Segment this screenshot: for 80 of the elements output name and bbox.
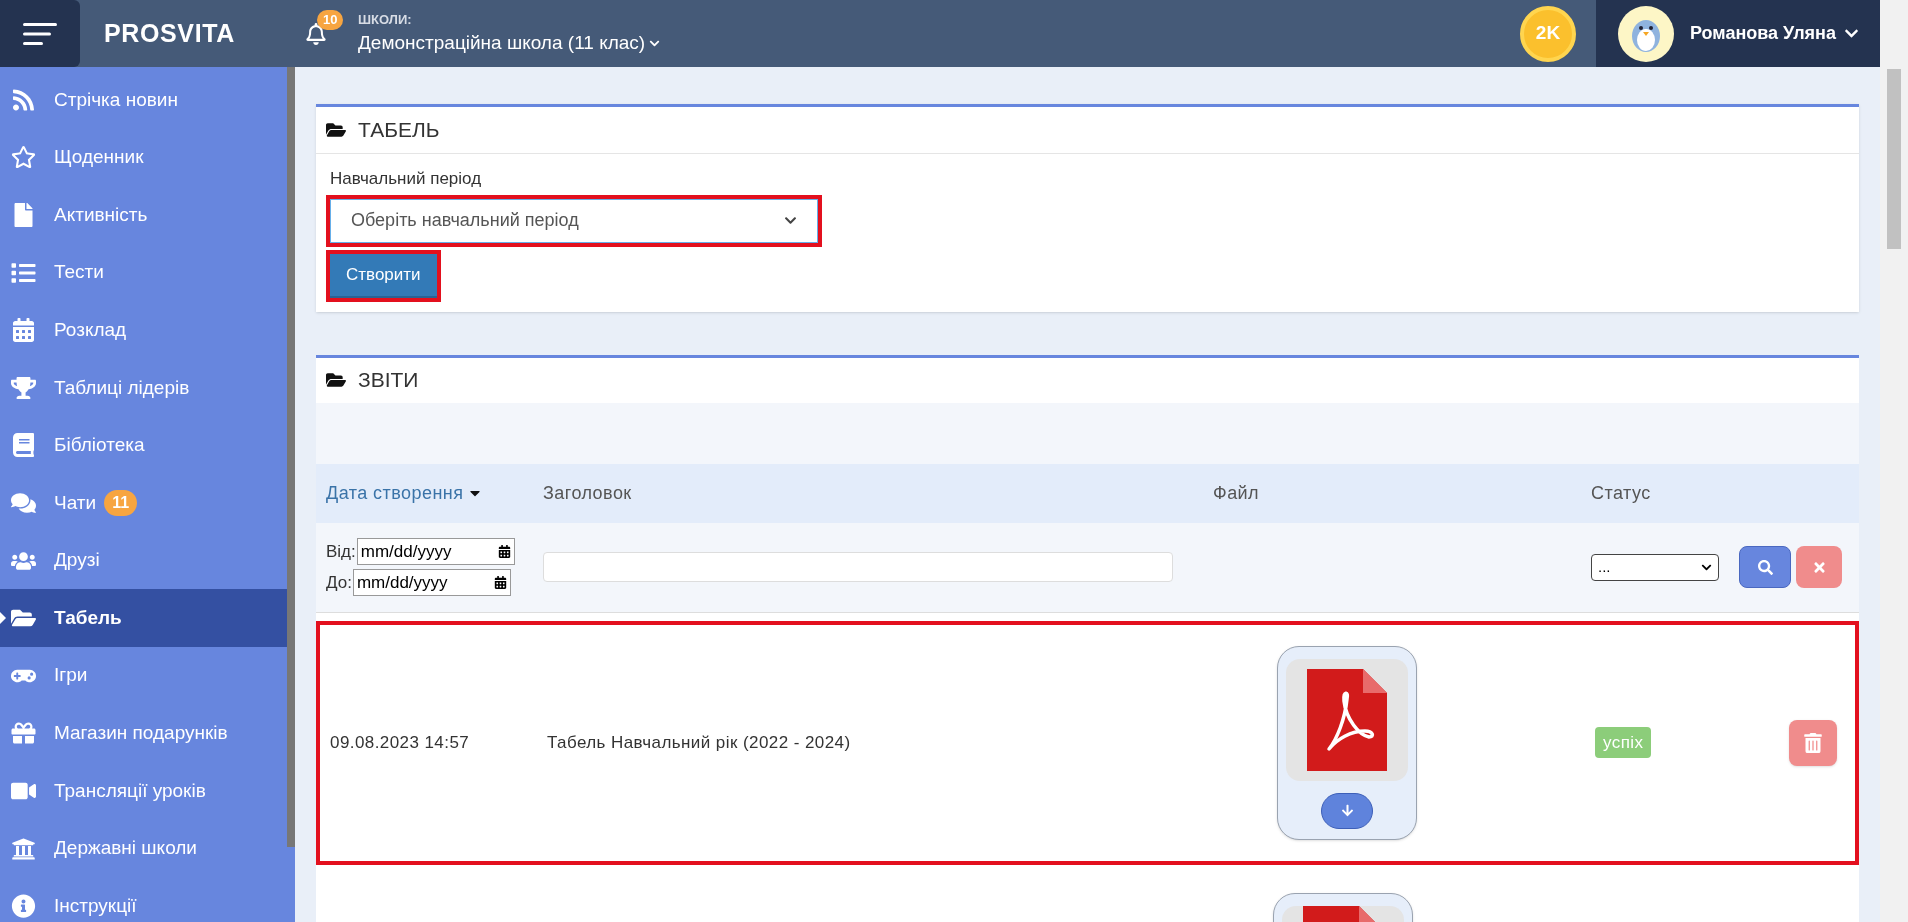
download-button[interactable] [1321, 792, 1373, 829]
status-filter-select[interactable]: ... [1591, 553, 1719, 581]
column-header[interactable]: Дата створення [326, 479, 543, 507]
info-icon [11, 894, 36, 919]
sidebar-item[interactable]: Стрічка новин [0, 71, 287, 129]
gift-icon [11, 721, 36, 746]
sidebar-item[interactable]: Щоденник [0, 128, 287, 187]
column-header[interactable]: Заголовок [543, 479, 1213, 507]
sidebar-item[interactable]: Магазин подарунків [0, 704, 287, 763]
sidebar-label: Активність [54, 202, 148, 227]
date-cell-text: 09.08.2023 14:57 [330, 731, 471, 754]
sidebar-item[interactable]: Тести [0, 243, 287, 302]
sidebar-item[interactable]: Ігри [0, 646, 287, 705]
logo-text: PROSVITA [104, 17, 235, 49]
sidebar-label: Чати [54, 490, 97, 515]
field-label: Навчальний період [329, 168, 482, 190]
sidebar-item[interactable]: Бібліотека [0, 416, 287, 475]
rss-icon [11, 87, 36, 112]
sidebar-label: Магазин подарунків [54, 721, 228, 746]
bank-icon [11, 836, 36, 861]
sidebar-label: Ігри [54, 663, 88, 688]
school-dropdown[interactable]: Демонстраційна школа (11 клас) [358, 29, 661, 58]
user-menu[interactable]: Романова Уляна [1596, 0, 1880, 67]
date-from-field[interactable]: mm/dd/yyyy [356, 538, 515, 565]
column-header[interactable]: Статус [1591, 479, 1849, 507]
panel-title: ТАБЕЛЬ [358, 117, 440, 144]
sidebar-item[interactable]: Трансляції уроків [0, 762, 287, 820]
title-cell-text: Табель Навчальний рік (2022 - 2024) [547, 731, 852, 754]
sidebar-item[interactable]: Активність [0, 186, 287, 244]
sidebar-item[interactable]: Державні школи [0, 819, 287, 878]
star-icon [11, 145, 36, 170]
sidebar-label: Таблиці лідерів [54, 375, 190, 400]
sidebar-item[interactable]: Табель [0, 589, 287, 647]
date-from-label: Від: [326, 540, 356, 563]
sidebar-item[interactable]: Розклад [0, 301, 287, 359]
trash-icon [1803, 732, 1823, 753]
sidebar-label: Інструкції [54, 893, 137, 918]
sidebar-label: Щоденник [54, 145, 144, 170]
sidebar-item[interactable]: Чати 11 [0, 474, 287, 532]
date-to-field[interactable]: mm/dd/yyyy [352, 569, 511, 596]
user-name: Романова Уляна [1690, 22, 1836, 45]
title-filter-field[interactable] [543, 552, 1173, 582]
sidebar-item[interactable]: Таблиці лідерів [0, 358, 287, 417]
sidebar-label: Бібліотека [54, 433, 145, 458]
panel-title: ЗВІТИ [358, 367, 419, 394]
sidebar-item[interactable]: Друзі [0, 531, 287, 590]
bell-icon[interactable] [305, 22, 327, 45]
calendar-icon [493, 576, 507, 589]
search-button[interactable] [1739, 546, 1791, 588]
coins-badge: 2K [1520, 5, 1576, 62]
folder-icon [326, 370, 346, 390]
trophy-icon [11, 375, 36, 400]
search-icon [1757, 559, 1773, 575]
sidebar-label: Табель [54, 605, 122, 630]
sidebar-label: Тести [54, 260, 104, 285]
download-icon [1340, 804, 1354, 817]
folder-icon [326, 120, 346, 140]
status-badge: успіх [1595, 726, 1652, 759]
calendar-icon [11, 318, 36, 343]
sidebar-label: Трансляції уроків [54, 778, 206, 803]
sidebar-label: Державні школи [54, 836, 197, 861]
sidebar-label: Стрічка новин [54, 87, 178, 112]
chat-icon [11, 490, 36, 515]
column-header[interactable]: Файл [1213, 479, 1591, 507]
calendar-icon [497, 545, 511, 558]
sidebar-label: Друзі [54, 548, 100, 573]
create-button[interactable]: Створити [330, 253, 437, 298]
sidebar-label: Розклад [54, 317, 127, 342]
menu-icon [23, 22, 57, 45]
chevron-icon [784, 214, 797, 227]
date-to-label: До: [326, 571, 352, 594]
menu-button[interactable] [0, 0, 80, 67]
sidebar-item[interactable]: Інструкції [0, 877, 287, 922]
pdf-file-icon [1286, 658, 1408, 781]
count-badge: 11 [104, 489, 138, 516]
list-icon [11, 260, 36, 285]
notification-badge: 10 [317, 10, 344, 30]
book-icon [11, 433, 36, 458]
school-label: ШКОЛИ: [358, 10, 413, 29]
period-select[interactable]: Оберіть навчальний період [330, 198, 818, 243]
